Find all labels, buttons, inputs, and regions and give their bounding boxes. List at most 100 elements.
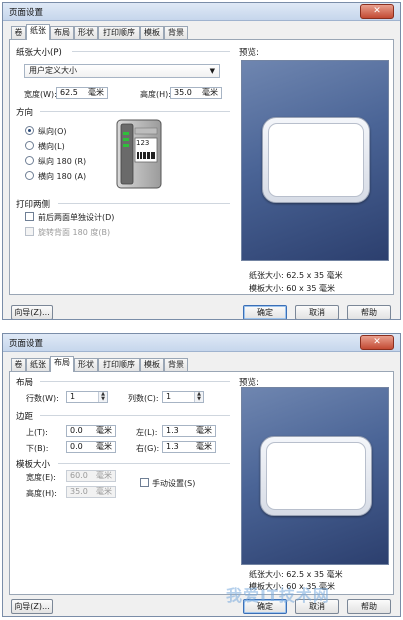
watermark: 我爱IT技术网 [226,586,330,605]
left-margin-input[interactable]: 1.3 毫米 [162,425,216,437]
rows-value: 1 [70,392,76,401]
rotate-back-label: 旋转背面 180 度(B) [38,228,111,237]
tab-shape[interactable]: 形状 [74,26,98,39]
tab-layout[interactable]: 布局 [50,356,74,372]
orientation-landscape-label[interactable]: 横向(L) [38,141,65,152]
right-margin-label: 右(G): [136,444,160,453]
window-title: 页面设置 [9,8,44,18]
layout-group-label: 布局 [16,378,34,388]
orientation-landscape-180-radio[interactable] [25,171,34,180]
template-size-group-label: 模板大小 [16,460,51,470]
tab-template[interactable]: 模板 [140,358,164,371]
duplex-separate-checkbox[interactable] [25,212,34,221]
title-bar[interactable]: 页面设置 ✕ [3,334,400,352]
rotate-back-checkbox[interactable] [25,227,34,236]
tab-print-order[interactable]: 打印顺序 [98,26,140,39]
wizard-button[interactable]: 向导(Z)... [11,599,53,614]
label-preview-inner [268,123,364,197]
template-width-unit: 毫米 [96,471,112,480]
cols-stepper[interactable]: 1 ▲ ▼ [162,391,204,403]
label-preview [260,436,372,516]
close-button[interactable]: ✕ [360,335,394,350]
top-margin-input[interactable]: 0.0 毫米 [66,425,116,437]
orientation-portrait-radio[interactable] [25,126,34,135]
group-divider [72,51,230,52]
width-label: 宽度(W): [24,90,57,99]
cancel-button[interactable]: 取消 [295,305,339,319]
group-divider [40,381,230,382]
duplex-separate-label[interactable]: 前后两面单独设计(D) [38,212,114,223]
label-preview [262,117,370,203]
group-divider [58,203,230,204]
group-divider [40,111,230,112]
cols-label: 列数(C): [128,394,159,403]
bottom-margin-value: 0.0 [70,442,83,451]
chevron-down-icon: ▼ [209,67,215,75]
bottom-margin-label: 下(B): [26,444,49,453]
preview-label: 预览: [239,48,259,58]
manual-setting-label[interactable]: 手动设置(S) [152,478,195,489]
preview-paper-size: 纸张大小: 62.5 x 35 毫米 [249,271,343,280]
preview-template-size: 模板大小: 60 x 35 毫米 [249,284,335,293]
template-width-value: 60.0 [70,471,88,480]
orientation-portrait-180-label[interactable]: 纵向 180 (R) [38,156,86,167]
bottom-margin-unit: 毫米 [96,442,112,451]
help-button[interactable]: 帮助 [347,599,391,614]
height-value: 35.0 [174,88,192,97]
tab-background[interactable]: 背景 [164,26,188,39]
left-margin-value: 1.3 [166,426,179,435]
bottom-margin-input[interactable]: 0.0 毫米 [66,441,116,453]
tab-print-order[interactable]: 打印顺序 [98,358,140,371]
tab-shape[interactable]: 形状 [74,358,98,371]
title-bar[interactable]: 页面设置 ✕ [3,3,400,21]
tab-layout[interactable]: 布局 [50,26,74,39]
margins-group-label: 边距 [16,412,34,422]
left-margin-label: 左(L): [136,428,158,437]
manual-setting-checkbox[interactable] [140,478,149,487]
printer-label-text: 123 [136,139,150,147]
orientation-landscape-180-label[interactable]: 横向 180 (A) [38,171,86,182]
template-height-label: 高度(H): [26,489,57,498]
top-margin-unit: 毫米 [96,426,112,435]
tab-background[interactable]: 背景 [164,358,188,371]
window-title: 页面设置 [9,339,44,349]
wizard-button[interactable]: 向导(Z)... [11,305,53,319]
orientation-portrait-label[interactable]: 纵向(O) [38,126,67,137]
paper-size-value: 用户定义大小 [29,66,77,75]
template-height-unit: 毫米 [96,487,112,496]
rows-stepper[interactable]: 1 ▲ ▼ [66,391,108,403]
height-input[interactable]: 35.0 毫米 [170,87,222,99]
tab-roll[interactable]: 卷 [11,358,26,371]
page-setup-dialog-layout: 页面设置 ✕ 卷 纸张 布局 形状 打印顺序 模板 背景 布局 行数(W): 1… [2,333,401,617]
template-height-value: 35.0 [70,487,88,496]
tab-panel: 布局 行数(W): 1 ▲ ▼ 列数(C): 1 ▲ ▼ 边距 上(T): 0.0 … [9,371,394,595]
left-margin-unit: 毫米 [196,426,212,435]
tab-paper[interactable]: 纸张 [26,24,50,40]
width-unit: 毫米 [88,88,104,97]
paper-size-group-label: 纸张大小(P) [16,48,62,58]
height-unit: 毫米 [202,88,218,97]
orientation-landscape-radio[interactable] [25,141,34,150]
height-label: 高度(H): [140,90,171,99]
orientation-portrait-180-radio[interactable] [25,156,34,165]
tab-paper[interactable]: 纸张 [26,358,50,371]
printer-icon [116,119,162,189]
close-button[interactable]: ✕ [360,4,394,19]
help-button[interactable]: 帮助 [347,305,391,319]
stepper-arrows-icon[interactable]: ▲ ▼ [194,392,203,402]
top-margin-value: 0.0 [70,426,83,435]
stepper-arrows-icon[interactable]: ▲ ▼ [98,392,107,402]
tab-roll[interactable]: 卷 [11,26,26,39]
tab-template[interactable]: 模板 [140,26,164,39]
label-preview-inner [266,442,366,510]
paper-size-select[interactable]: 用户定义大小 ▼ [24,64,220,78]
preview-area [241,387,389,565]
template-width-input[interactable]: 60.0 毫米 [66,470,116,482]
width-input[interactable]: 62.5 毫米 [56,87,108,99]
ok-button[interactable]: 确定 [243,305,287,319]
template-height-input[interactable]: 35.0 毫米 [66,486,116,498]
right-margin-input[interactable]: 1.3 毫米 [162,441,216,453]
cols-value: 1 [166,392,172,401]
rows-label: 行数(W): [26,394,59,403]
template-width-label: 宽度(E): [26,473,56,482]
